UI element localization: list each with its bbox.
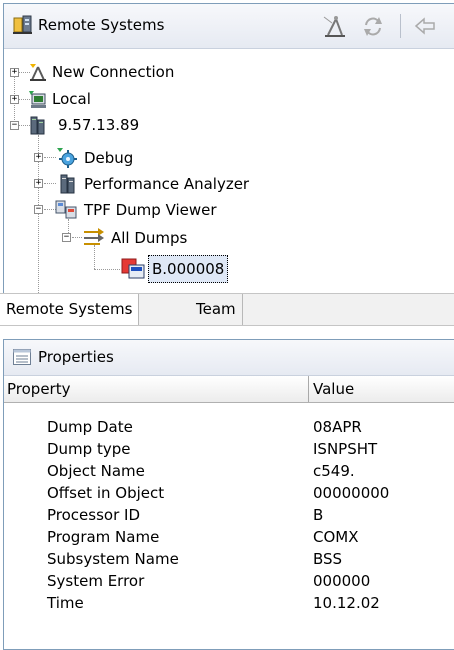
column-divider[interactable] <box>308 376 309 402</box>
properties-titlebar: Properties <box>4 340 454 376</box>
property-value: c549. <box>313 462 355 480</box>
tab-remote-systems[interactable]: Remote Systems <box>0 294 140 325</box>
tree-item-debug[interactable]: + Debug <box>4 145 444 171</box>
property-value: 00000000 <box>313 484 390 502</box>
table-row[interactable]: Processor ID B <box>4 504 454 526</box>
tree-item-dump-file[interactable]: B.000008 <box>4 255 444 283</box>
expand-toggle[interactable]: + <box>10 95 19 104</box>
all-dumps-icon <box>82 226 106 256</box>
table-row[interactable]: Subsystem Name BSS <box>4 548 454 570</box>
property-name: Subsystem Name <box>47 550 179 568</box>
dump-file-icon <box>120 257 146 289</box>
property-value: 000000 <box>313 572 371 590</box>
server-icon <box>28 115 48 143</box>
tab-team[interactable]: Team <box>190 294 243 325</box>
expand-toggle[interactable]: + <box>34 179 43 188</box>
tree-item-performance-analyzer[interactable]: + Performance Analyzer <box>4 171 444 197</box>
toolbar-separator <box>400 14 401 38</box>
expand-toggle[interactable]: + <box>34 153 43 162</box>
property-name: Program Name <box>47 528 160 546</box>
property-name: Time <box>47 594 84 612</box>
property-name: Dump Date <box>47 418 133 436</box>
tree-item-label: Local <box>52 90 91 108</box>
tree-item-new-connection[interactable]: + New Connection <box>4 59 444 85</box>
table-row[interactable]: Program Name COMX <box>4 526 454 548</box>
column-header-value[interactable]: Value <box>310 376 453 402</box>
remote-systems-tree: + New Connection + Local − 9.57.13.89 + … <box>4 49 454 297</box>
properties-title: Properties <box>38 348 114 366</box>
property-name: Dump type <box>47 440 131 458</box>
tree-item-label: All Dumps <box>111 229 188 247</box>
property-value: ISNPSHT <box>313 440 378 458</box>
collapse-toggle[interactable]: − <box>62 233 71 242</box>
tree-item-label: New Connection <box>52 63 175 81</box>
property-name: Offset in Object <box>47 484 165 502</box>
expand-toggle[interactable]: + <box>10 68 19 77</box>
collapse-toggle[interactable]: − <box>10 121 19 130</box>
properties-icon <box>13 349 31 369</box>
column-header-property[interactable]: Property <box>4 376 307 402</box>
property-value: 10.12.02 <box>313 594 380 612</box>
tree-item-all-dumps[interactable]: − All Dumps <box>4 225 444 251</box>
refresh-icon[interactable] <box>360 13 386 43</box>
tree-item-label: B.000008 <box>148 255 229 283</box>
table-row[interactable]: Offset in Object 00000000 <box>4 482 454 504</box>
table-row[interactable]: Time 10.12.02 <box>4 592 454 614</box>
properties-table-body: Dump Date 08APR Dump type ISNPSHT Object… <box>4 403 454 649</box>
collapse-toggle[interactable]: − <box>34 205 43 214</box>
property-value: COMX <box>313 528 359 546</box>
property-name: Processor ID <box>47 506 140 524</box>
remote-systems-titlebar: Remote Systems <box>4 4 454 49</box>
property-value: 08APR <box>313 418 362 436</box>
remote-systems-title: Remote Systems <box>38 16 165 34</box>
tree-item-host[interactable]: − 9.57.13.89 <box>4 112 444 138</box>
remote-systems-view-icon <box>13 15 33 39</box>
tree-item-label: Performance Analyzer <box>84 175 250 193</box>
table-row[interactable]: System Error 000000 <box>4 570 454 592</box>
property-value: BSS <box>313 550 343 568</box>
new-connection-icon[interactable] <box>322 13 348 43</box>
view-tabs: Remote Systems Team <box>0 293 454 326</box>
table-row[interactable]: Object Name c549. <box>4 460 454 482</box>
remote-systems-view: Remote Systems + New Connection + Local … <box>3 3 454 297</box>
properties-table-header: Property Value <box>4 376 454 403</box>
tree-item-tpf-dump-viewer[interactable]: − TPF Dump Viewer <box>4 197 444 223</box>
tree-item-local[interactable]: + Local <box>4 86 444 112</box>
table-row[interactable]: Dump Date 08APR <box>4 416 454 438</box>
back-arrow-icon[interactable] <box>412 13 438 43</box>
table-row[interactable]: Dump type ISNPSHT <box>4 438 454 460</box>
property-name: System Error <box>47 572 145 590</box>
properties-view: Properties Property Value Dump Date 08AP… <box>3 339 454 650</box>
tree-item-label: Debug <box>84 149 134 167</box>
property-name: Object Name <box>47 462 145 480</box>
tree-item-label: 9.57.13.89 <box>58 116 140 134</box>
tree-item-label: TPF Dump Viewer <box>84 201 217 219</box>
property-value: B <box>313 506 324 524</box>
